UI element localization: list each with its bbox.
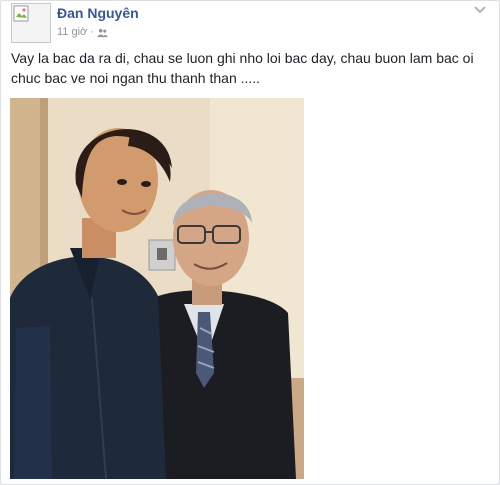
- friends-icon[interactable]: [97, 27, 108, 38]
- post-photo[interactable]: [10, 98, 304, 479]
- profile-avatar[interactable]: [11, 3, 51, 43]
- chevron-down-icon[interactable]: [473, 5, 487, 15]
- post-text-line: Vay la bac da ra di, chau se luon ghi nh…: [11, 50, 474, 66]
- post-text-line: chuc bac ve noi ngan thu thanh than ....…: [11, 70, 261, 86]
- post-text: Vay la bac da ra di, chau se luon ghi nh…: [11, 48, 493, 88]
- broken-image-icon: [13, 5, 29, 22]
- facebook-post: Đan Nguyên 11 giờ · Vay la bac da ra di,…: [0, 0, 500, 485]
- post-timestamp[interactable]: 11 giờ: [57, 26, 87, 38]
- post-meta: 11 giờ ·: [57, 26, 108, 38]
- photo-illustration: [10, 98, 304, 479]
- meta-separator: ·: [90, 26, 94, 38]
- author-name[interactable]: Đan Nguyên: [57, 5, 139, 21]
